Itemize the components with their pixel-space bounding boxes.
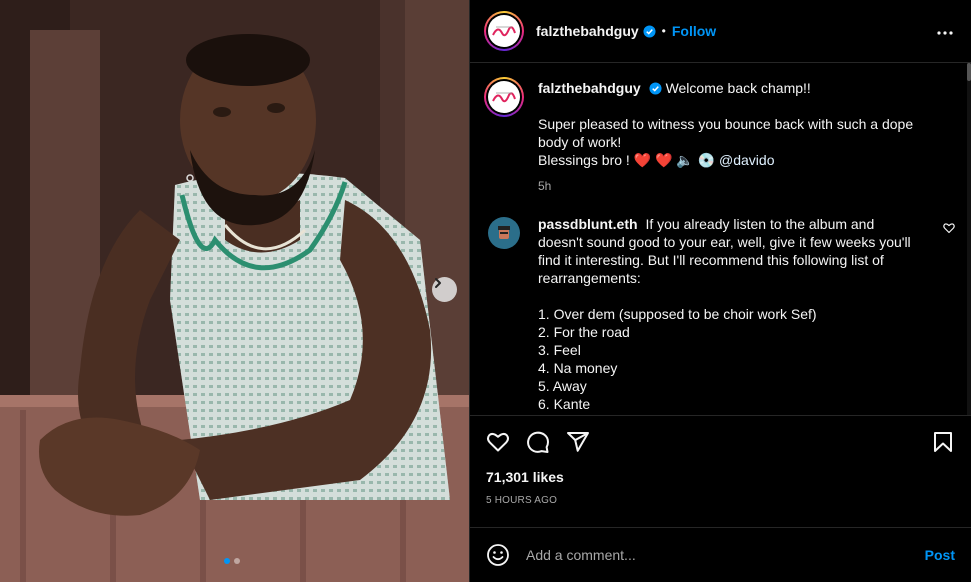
post-actions: 71,301 likes 5 HOURS AGO bbox=[470, 415, 971, 527]
chevron-right-icon bbox=[435, 278, 441, 288]
post-caption: falzthebahdguy Welcome back champ!! Supe… bbox=[470, 63, 971, 195]
comment-username[interactable]: passdblunt.eth bbox=[538, 216, 638, 232]
comment-list-item: 3. Feel bbox=[538, 342, 581, 358]
emoji-picker-button[interactable] bbox=[486, 543, 510, 567]
comment-list-item: 5. Away bbox=[538, 378, 587, 394]
comment-list-item: 4. Na money bbox=[538, 360, 618, 376]
heart-icon bbox=[487, 432, 509, 452]
comment-like-button[interactable] bbox=[943, 221, 955, 239]
comment-list-item: 1. Over dem (supposed to be choir work S… bbox=[538, 306, 817, 322]
carousel-dot bbox=[234, 558, 240, 564]
verified-badge-icon bbox=[643, 24, 656, 38]
comments-list[interactable]: falzthebahdguy Welcome back champ!! Supe… bbox=[470, 63, 971, 415]
post-modal: falzthebahdguy • Follow falzthebahdguy W… bbox=[0, 0, 971, 582]
next-photo-button[interactable] bbox=[432, 277, 457, 302]
comment-list-item: 6. Kante bbox=[538, 396, 591, 412]
caption-line-3: Blessings bro ! ❤️ ❤️ 🔈 💿 @davido bbox=[538, 151, 957, 169]
avatar-character-icon bbox=[498, 226, 510, 239]
avatar-logo-icon bbox=[492, 26, 516, 37]
caption-emojis: ❤️ ❤️ 🔈 💿 bbox=[633, 152, 716, 168]
smiley-icon bbox=[487, 544, 509, 566]
separator-dot: • bbox=[661, 24, 666, 38]
post-comment-button[interactable]: Post bbox=[925, 547, 955, 563]
caption-timestamp[interactable]: 5h bbox=[538, 177, 957, 195]
share-button[interactable] bbox=[566, 430, 590, 454]
comments-scrollbar-track[interactable] bbox=[967, 63, 971, 415]
save-button[interactable] bbox=[931, 430, 955, 454]
more-options-button[interactable] bbox=[933, 18, 957, 44]
caption-line-2: Super pleased to witness you bounce back… bbox=[538, 116, 914, 150]
caption-line-1: Welcome back champ!! bbox=[665, 80, 811, 96]
action-icons-row bbox=[486, 430, 955, 454]
more-options-icon bbox=[937, 31, 953, 35]
small-heart-icon bbox=[943, 223, 955, 234]
caption-body: falzthebahdguy Welcome back champ!! Supe… bbox=[538, 73, 957, 195]
like-button[interactable] bbox=[486, 430, 510, 454]
comment-body: passdblunt.eth If you already listen to … bbox=[538, 215, 957, 413]
bookmark-icon bbox=[934, 432, 952, 452]
likes-count[interactable]: 71,301 likes bbox=[486, 469, 955, 485]
verified-badge-icon bbox=[649, 82, 662, 95]
avatar-logo-icon bbox=[492, 92, 516, 103]
author-avatar[interactable] bbox=[484, 11, 524, 51]
comment-composer: Post bbox=[470, 527, 971, 582]
caption-author-avatar[interactable] bbox=[484, 77, 524, 117]
comment-item: passdblunt.eth If you already listen to … bbox=[470, 195, 971, 413]
carousel-dots bbox=[224, 558, 240, 564]
commenter-avatar[interactable] bbox=[488, 217, 520, 249]
photo-illustration bbox=[0, 0, 469, 582]
comment-button[interactable] bbox=[526, 430, 550, 454]
comment-list: 1. Over dem (supposed to be choir work S… bbox=[538, 305, 917, 413]
post-age[interactable]: 5 HOURS AGO bbox=[486, 495, 955, 506]
caption-line-3-prefix: Blessings bro ! bbox=[538, 152, 634, 168]
comments-scrollbar-thumb[interactable] bbox=[967, 63, 971, 81]
author-username[interactable]: falzthebahdguy bbox=[536, 23, 639, 39]
paper-plane-icon bbox=[567, 432, 589, 452]
post-photo[interactable] bbox=[0, 0, 469, 582]
comment-list-item: 2. For the road bbox=[538, 324, 630, 340]
caption-username[interactable]: falzthebahdguy bbox=[538, 80, 641, 96]
post-header: falzthebahdguy • Follow bbox=[470, 0, 971, 63]
carousel-dot-active bbox=[224, 558, 230, 564]
comment-bubble-icon bbox=[527, 431, 549, 453]
follow-button[interactable]: Follow bbox=[672, 23, 716, 39]
comment-input[interactable] bbox=[526, 547, 925, 563]
post-details-panel: falzthebahdguy • Follow falzthebahdguy W… bbox=[469, 0, 971, 582]
caption-mention[interactable]: @davido bbox=[719, 152, 774, 168]
